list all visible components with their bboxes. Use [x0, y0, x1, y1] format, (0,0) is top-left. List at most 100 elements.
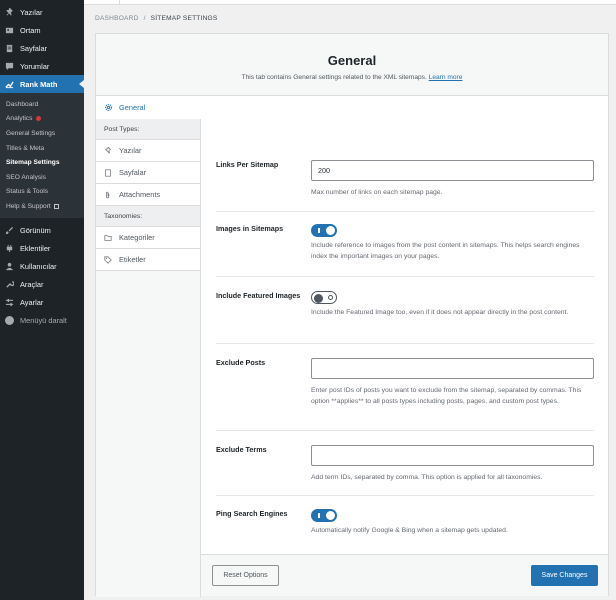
tab-label: Etiketler [119, 255, 146, 264]
exclude-posts-input[interactable] [311, 358, 594, 379]
setting-label: Include Featured Images [216, 291, 301, 300]
setting-label: Exclude Terms [216, 445, 267, 454]
tab-taxonomy-kategoriler[interactable]: Kategoriler [96, 227, 200, 249]
submenu-analytics[interactable]: Analytics [0, 112, 84, 127]
sidebar-item-yorumlar[interactable]: Yorumlar [0, 57, 84, 75]
tab-label: Yazılar [119, 146, 142, 155]
sidebar-item-label: Rank Math [20, 79, 58, 89]
tab-post-type-yazilar[interactable]: Yazılar [96, 140, 200, 162]
sidebar-item-eklentiler[interactable]: Eklentiler [0, 240, 84, 258]
breadcrumb-parent-link[interactable]: DASHBOARD [95, 15, 139, 22]
include-featured-images-toggle[interactable] [311, 291, 337, 304]
sidebar-item-label: Eklentiler [20, 244, 51, 254]
sidebar-item-gorunum[interactable]: Görünüm [0, 222, 84, 240]
top-bar-tab[interactable] [84, 0, 120, 5]
page-title: General [327, 53, 377, 68]
folder-icon [104, 234, 112, 242]
setting-label: Links Per Sitemap [216, 160, 279, 169]
breadcrumb-current: SİTEMAP SETTINGS [150, 15, 218, 22]
setting-links-per-sitemap: Links Per Sitemap 200 Max number of link… [216, 147, 594, 212]
sidebar-item-ayarlar[interactable]: Ayarlar [0, 294, 84, 312]
rank-math-icon [5, 80, 14, 89]
sidebar-item-ortam[interactable]: Ortam [0, 21, 84, 39]
taxonomies-heading: Taxonomies: [96, 206, 200, 227]
rank-math-submenu: Dashboard Analytics General Settings Tit… [0, 93, 84, 218]
tab-general[interactable]: General [96, 96, 202, 119]
images-in-sitemaps-toggle[interactable] [311, 224, 337, 237]
sidebar-item-sayfalar[interactable]: Sayfalar [0, 39, 84, 57]
ping-search-engines-toggle[interactable] [311, 509, 337, 522]
collapse-icon [5, 316, 14, 326]
panel-description-text: This tab contains General settings relat… [241, 74, 427, 81]
collapse-menu-button[interactable]: Menüyü daralt [0, 312, 84, 330]
links-per-sitemap-input[interactable]: 200 [311, 160, 594, 181]
setting-label: Ping Search Engines [216, 509, 288, 518]
submenu-seo-analysis[interactable]: SEO Analysis [0, 170, 84, 185]
settings-icon [5, 298, 14, 307]
submenu-sitemap-settings[interactable]: Sitemap Settings [0, 155, 84, 170]
submenu-label: Help & Support [6, 202, 51, 210]
submenu-general-settings[interactable]: General Settings [0, 126, 84, 141]
exclude-terms-input[interactable] [311, 445, 594, 466]
page-icon [5, 44, 14, 53]
admin-top-bar [84, 0, 616, 5]
brush-icon [5, 226, 14, 235]
page-icon [104, 168, 112, 177]
gear-icon [104, 103, 113, 112]
sidebar-item-label: Yorumlar [20, 61, 50, 71]
setting-label: Images in Sitemaps [216, 224, 284, 233]
setting-description: Max number of links on each sitemap page… [311, 189, 443, 196]
tab-label: Sayfalar [119, 168, 147, 177]
sidebar-item-araclar[interactable]: Araçlar [0, 276, 84, 294]
submenu-label: General Settings [6, 129, 56, 137]
setting-ping-search-engines: Ping Search Engines Automatically notify… [216, 496, 594, 554]
submenu-label: Analytics [6, 115, 33, 123]
settings-tabs-nav: General Post Types: Yazılar Sayfalar Att… [96, 96, 202, 597]
admin-sidebar: Yazılar Ortam Sayfalar Yorumlar Rank Mat… [0, 0, 84, 600]
submenu-help-support[interactable]: Help & Support [0, 199, 84, 214]
submenu-label: SEO Analysis [6, 173, 46, 181]
sidebar-item-label: Araçlar [20, 280, 44, 290]
media-icon [5, 26, 14, 35]
setting-description: Automatically notify Google & Bing when … [311, 527, 508, 534]
tag-icon [104, 255, 112, 264]
sidebar-item-yazilar[interactable]: Yazılar [0, 3, 84, 21]
tab-taxonomy-etiketler[interactable]: Etiketler [96, 249, 200, 271]
sidebar-item-label: Ayarlar [20, 298, 44, 308]
submenu-label: Status & Tools [6, 188, 49, 196]
submenu-label: Sitemap Settings [6, 159, 60, 167]
post-types-heading: Post Types: [96, 119, 200, 140]
save-changes-button[interactable]: Save Changes [531, 565, 598, 586]
setting-description: Enter post IDs of posts you want to excl… [311, 387, 582, 405]
collapse-menu-label: Menüyü daralt [20, 316, 67, 326]
sidebar-item-kullanicilar[interactable]: Kullanıcılar [0, 258, 84, 276]
tab-post-type-sayfalar[interactable]: Sayfalar [96, 162, 200, 184]
submenu-titles-meta[interactable]: Titles & Meta [0, 141, 84, 156]
tab-post-type-attachments[interactable]: Attachments [96, 184, 200, 206]
sidebar-item-label: Ortam [20, 25, 41, 35]
panel-footer: Reset Options Save Changes [201, 554, 608, 596]
submenu-label: Titles & Meta [6, 144, 45, 152]
setting-exclude-terms: Exclude Terms Add term IDs, separated by… [216, 431, 594, 496]
tab-label: Kategoriler [119, 233, 155, 242]
submenu-status-tools[interactable]: Status & Tools [0, 185, 84, 200]
users-icon [5, 262, 14, 271]
breadcrumb-separator: / [143, 15, 146, 22]
panel-description: This tab contains General settings relat… [96, 74, 608, 81]
learn-more-link[interactable]: Learn more [429, 74, 463, 81]
setting-images-in-sitemaps: Images in Sitemaps Include reference to … [216, 212, 594, 277]
paperclip-icon [104, 191, 112, 199]
submenu-dashboard[interactable]: Dashboard [0, 97, 84, 112]
submenu-label: Dashboard [6, 100, 39, 108]
setting-description: Include reference to images from the pos… [311, 242, 580, 260]
reset-options-button[interactable]: Reset Options [212, 565, 279, 586]
tools-icon [5, 280, 15, 289]
sidebar-item-label: Kullanıcılar [20, 262, 57, 272]
panel-header: General This tab contains General settin… [96, 34, 608, 96]
sidebar-item-rank-math[interactable]: Rank Math [0, 75, 84, 93]
notification-dot-icon [36, 116, 42, 122]
sidebar-item-label: Görünüm [20, 226, 51, 236]
setting-label: Exclude Posts [216, 358, 266, 367]
plugin-icon [5, 244, 14, 253]
sidebar-item-label: Yazılar [20, 7, 43, 17]
